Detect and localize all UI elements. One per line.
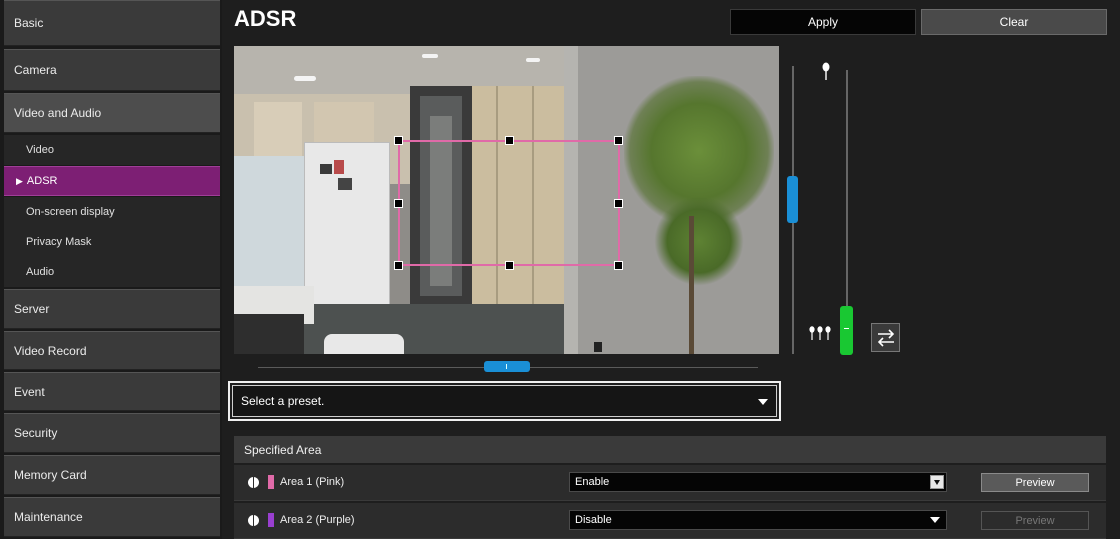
info-icon[interactable] xyxy=(248,477,259,488)
sub-label: Video xyxy=(26,144,54,156)
area-1-box[interactable] xyxy=(398,140,620,266)
resize-handle[interactable] xyxy=(505,261,514,270)
nav-item-video-and-audio[interactable]: Video and Audio xyxy=(4,93,220,133)
sub-item-adsr[interactable]: ▶ ADSR xyxy=(4,166,220,196)
swap-button[interactable] xyxy=(871,323,900,352)
resize-handle[interactable] xyxy=(614,136,623,145)
select-value: Enable xyxy=(575,476,610,488)
chevron-down-icon xyxy=(758,399,768,405)
area-color-swatch xyxy=(268,513,274,527)
area-1-select[interactable]: Enable xyxy=(569,472,947,492)
info-icon[interactable] xyxy=(248,515,259,526)
area-2-preview-button[interactable]: Preview xyxy=(981,511,1089,530)
sensitivity-slider-thumb[interactable] xyxy=(840,306,853,355)
triangle-right-icon: ▶ xyxy=(16,175,23,186)
chevron-down-icon xyxy=(930,475,944,489)
resize-handle[interactable] xyxy=(614,261,623,270)
apply-button[interactable]: Apply xyxy=(730,9,916,35)
nav-item-security[interactable]: Security xyxy=(4,413,220,453)
area-label: Area 1 (Pink) xyxy=(280,476,345,488)
chevron-down-icon xyxy=(930,517,940,523)
sub-item-on-screen-display[interactable]: On-screen display xyxy=(4,197,220,227)
nav-label: Video Record xyxy=(14,343,87,358)
sub-label: Privacy Mask xyxy=(26,236,92,248)
table-row: Area 2 (Purple) Disable Preview xyxy=(234,503,1106,539)
sidebar: Basic Camera Video and Audio Video ▶ ADSR… xyxy=(0,0,222,539)
sub-label: Audio xyxy=(26,266,55,278)
nav-item-maintenance[interactable]: Maintenance xyxy=(4,497,220,537)
nav-item-basic[interactable]: Basic xyxy=(4,0,220,46)
nav-label: Maintenance xyxy=(14,510,83,524)
nav-label: Event xyxy=(14,384,45,399)
sub-item-audio[interactable]: Audio xyxy=(4,257,220,287)
resize-handle[interactable] xyxy=(614,199,623,208)
nav-label: Security xyxy=(14,426,58,440)
area-label: Area 2 (Purple) xyxy=(280,514,355,526)
horizontal-slider-thumb[interactable] xyxy=(484,361,530,372)
clear-button[interactable]: Clear xyxy=(921,9,1107,35)
swap-arrows-icon xyxy=(877,328,894,347)
sub-label: ADSR xyxy=(26,175,58,187)
preset-value: Select a preset. xyxy=(241,394,325,408)
sub-item-video[interactable]: Video xyxy=(4,135,220,165)
specified-area-header: Specified Area xyxy=(234,436,1106,463)
resize-handle[interactable] xyxy=(394,136,403,145)
nav-item-video-record[interactable]: Video Record xyxy=(4,331,220,370)
page-title: ADSR xyxy=(234,6,297,31)
trees-icon xyxy=(809,326,831,342)
nav-item-server[interactable]: Server xyxy=(4,289,220,329)
nav-label: Camera xyxy=(14,63,57,77)
tree-icon xyxy=(822,62,830,82)
nav-label: Server xyxy=(14,302,50,316)
nav-item-camera[interactable]: Camera xyxy=(4,49,220,91)
resize-handle[interactable] xyxy=(394,261,403,270)
nav-item-memory-card[interactable]: Memory Card xyxy=(4,455,220,495)
preset-select[interactable]: Select a preset. xyxy=(228,381,781,421)
select-value: Disable xyxy=(575,514,612,526)
nav-item-event[interactable]: Event xyxy=(4,372,220,411)
table-row: Area 1 (Pink) Enable Preview xyxy=(234,465,1106,501)
nav-label: Basic xyxy=(14,16,44,30)
sub-item-privacy-mask[interactable]: Privacy Mask xyxy=(4,227,220,257)
area-1-preview-button[interactable]: Preview xyxy=(981,473,1089,492)
sub-label: On-screen display xyxy=(26,206,115,218)
nav-label: Memory Card xyxy=(14,468,87,482)
area-2-select[interactable]: Disable xyxy=(569,510,947,530)
area-color-swatch xyxy=(268,475,274,489)
nav-label: Video and Audio xyxy=(14,106,102,120)
resize-handle[interactable] xyxy=(505,136,514,145)
vertical-slider-thumb[interactable] xyxy=(787,176,798,223)
resize-handle[interactable] xyxy=(394,199,403,208)
